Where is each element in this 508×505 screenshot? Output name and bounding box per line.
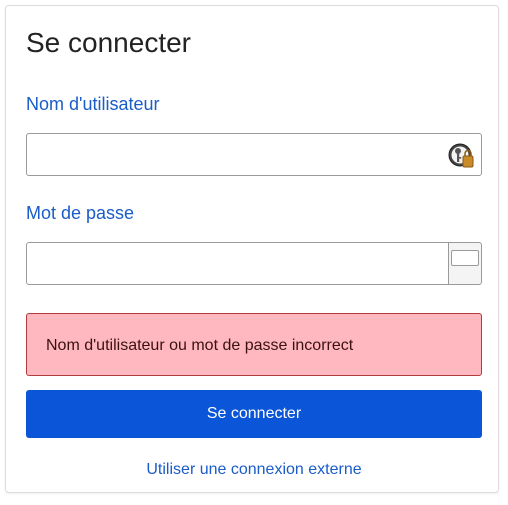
external-login-link[interactable]: Utiliser une connexion externe	[26, 460, 482, 480]
username-field[interactable]	[26, 133, 482, 176]
login-button[interactable]: Se connecter	[26, 390, 482, 438]
toggle-bar-icon	[451, 250, 479, 266]
password-manager-key-icon[interactable]	[448, 143, 474, 169]
username-label: Nom d'utilisateur	[26, 94, 160, 114]
password-label: Mot de passe	[26, 203, 135, 223]
password-field[interactable]	[26, 242, 449, 285]
login-card: Se connecter Nom d'utilisateur Mot de pa…	[5, 5, 499, 493]
error-alert: Nom d'utilisateur ou mot de passe incorr…	[26, 313, 482, 376]
show-password-toggle[interactable]	[448, 242, 482, 285]
page-title: Se connecter	[26, 27, 191, 58]
error-message: Nom d'utilisateur ou mot de passe incorr…	[46, 337, 354, 354]
